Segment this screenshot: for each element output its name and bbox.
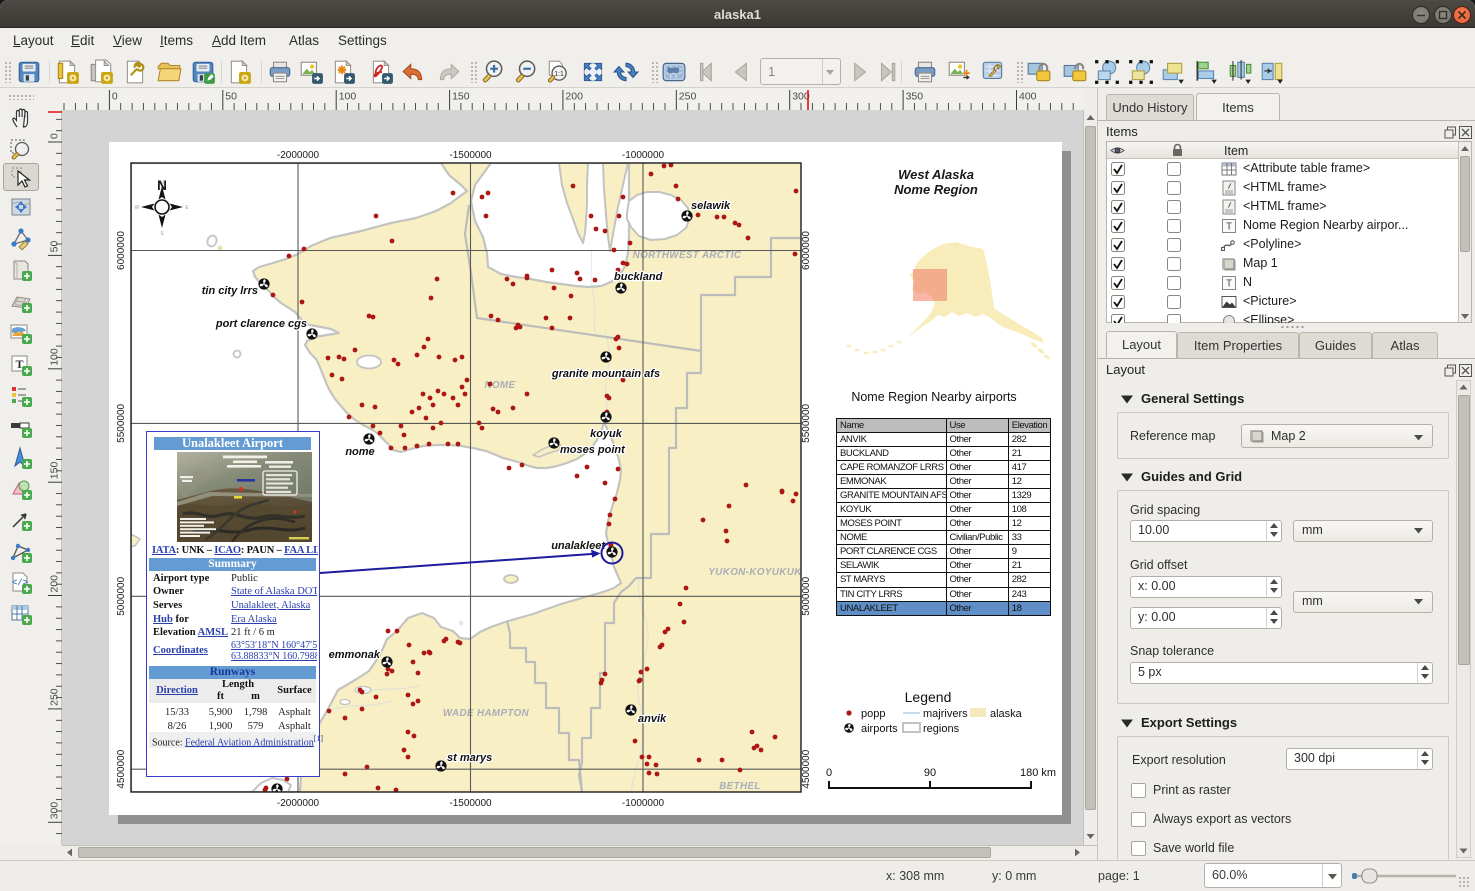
svg-text:50: 50 — [49, 241, 61, 253]
svg-text:buckland: buckland — [614, 271, 663, 283]
svg-text:-1500000: -1500000 — [449, 150, 492, 161]
svg-text:6000000: 6000000 — [116, 231, 127, 270]
svg-text:100: 100 — [339, 91, 357, 103]
svg-text:airports: airports — [861, 723, 898, 735]
svg-text:selawik: selawik — [691, 200, 731, 212]
svg-text:50: 50 — [225, 91, 237, 103]
svg-text:granite mountain afs: granite mountain afs — [551, 368, 660, 380]
svg-text:YUKON-KOYUKUK: YUKON-KOYUKUK — [708, 567, 802, 578]
svg-text:200: 200 — [565, 91, 583, 103]
svg-text:regions: regions — [923, 723, 960, 735]
svg-text:W: W — [135, 205, 140, 211]
svg-text:400: 400 — [1019, 91, 1037, 103]
svg-text:WADE HAMPTON: WADE HAMPTON — [443, 708, 530, 719]
svg-text:unalakleet: unalakleet — [551, 540, 606, 552]
svg-text:250: 250 — [679, 91, 697, 103]
svg-text:0: 0 — [112, 91, 118, 103]
svg-text:4500000: 4500000 — [801, 749, 812, 788]
svg-text:majrivers: majrivers — [923, 708, 968, 720]
svg-text:4500000: 4500000 — [116, 749, 127, 788]
svg-text:0: 0 — [49, 133, 61, 139]
svg-text:tin city lrrs: tin city lrrs — [202, 285, 258, 297]
svg-text:emmonak: emmonak — [329, 649, 381, 661]
svg-text:koyuk: koyuk — [590, 428, 623, 440]
svg-text:-1000000: -1000000 — [622, 150, 665, 161]
svg-text:350: 350 — [906, 91, 924, 103]
svg-text:5000000: 5000000 — [801, 576, 812, 615]
svg-text:5500000: 5500000 — [116, 403, 127, 442]
svg-text:-2000000: -2000000 — [277, 798, 320, 809]
svg-text:150: 150 — [49, 462, 61, 480]
svg-text:popp: popp — [861, 708, 885, 720]
svg-text:5500000: 5500000 — [801, 403, 812, 442]
svg-text:T: T — [1226, 222, 1232, 233]
svg-text:-1000000: -1000000 — [622, 798, 665, 809]
svg-text:0: 0 — [826, 767, 832, 779]
svg-text:-2000000: -2000000 — [277, 150, 320, 161]
svg-text:180 km: 180 km — [1020, 767, 1056, 779]
svg-text:NORTHWEST ARCTIC: NORTHWEST ARCTIC — [633, 250, 742, 261]
svg-text:moses point: moses point — [560, 444, 626, 456]
svg-text:T: T — [1226, 279, 1232, 290]
svg-text:BETHEL: BETHEL — [719, 781, 761, 792]
svg-text:Legend: Legend — [905, 689, 952, 705]
svg-text:anvik: anvik — [638, 713, 667, 725]
svg-text:100: 100 — [49, 348, 61, 366]
svg-text:port clarence cgs: port clarence cgs — [215, 318, 307, 330]
svg-text:150: 150 — [452, 91, 470, 103]
svg-text:90: 90 — [924, 767, 936, 779]
svg-text:st marys: st marys — [447, 752, 492, 764]
svg-text:5000000: 5000000 — [116, 576, 127, 615]
svg-text:300: 300 — [49, 802, 61, 820]
svg-text:nome: nome — [345, 446, 374, 458]
svg-text:1:1: 1:1 — [554, 71, 564, 78]
svg-text:250: 250 — [49, 688, 61, 706]
svg-text:200: 200 — [49, 575, 61, 593]
svg-text:-1500000: -1500000 — [449, 798, 492, 809]
svg-text:6000000: 6000000 — [801, 231, 812, 270]
svg-text:alaska: alaska — [990, 708, 1023, 720]
svg-text:N: N — [157, 178, 167, 193]
